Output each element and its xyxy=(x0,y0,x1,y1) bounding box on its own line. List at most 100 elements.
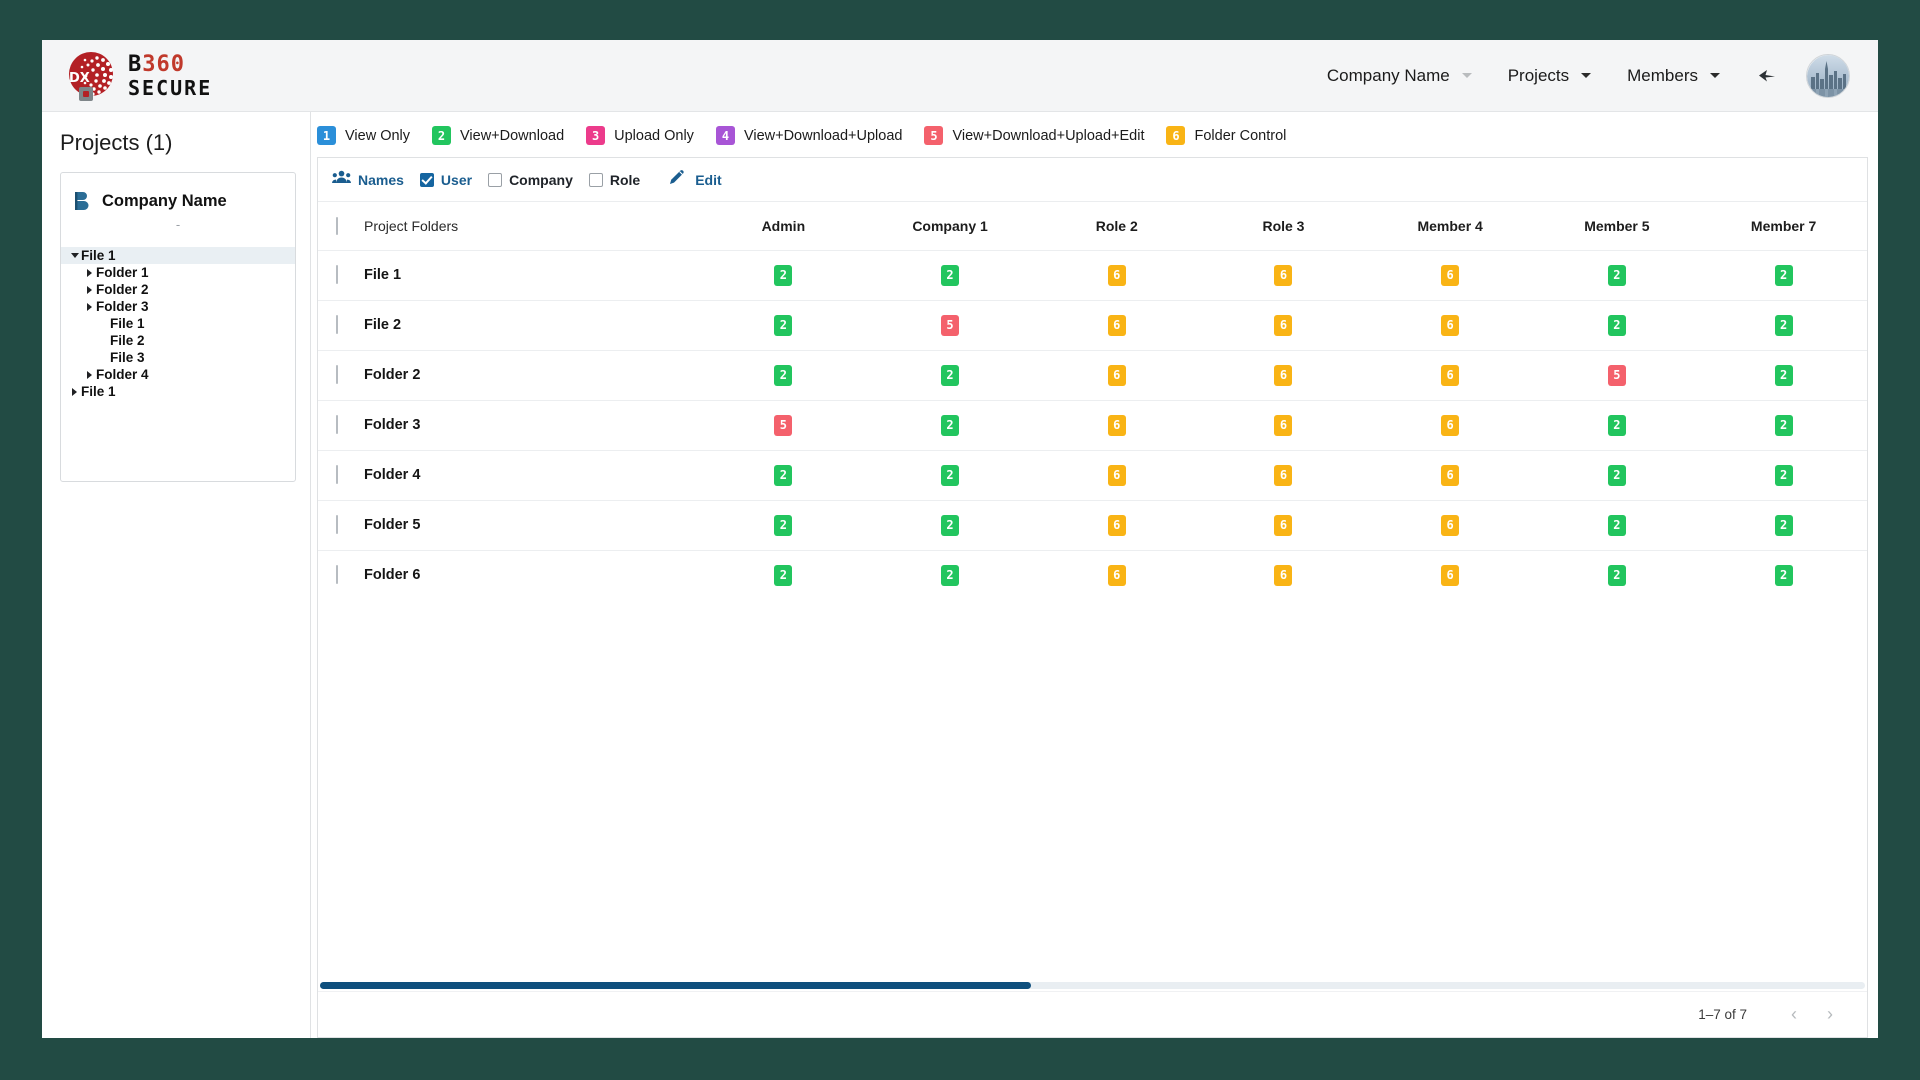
chevron-right-icon[interactable]: › xyxy=(1815,1000,1845,1030)
permission-cell[interactable]: 2 xyxy=(1534,250,1701,300)
chevron-right-icon[interactable] xyxy=(72,387,77,396)
permission-cell[interactable]: 2 xyxy=(867,400,1034,450)
permission-cell[interactable]: 2 xyxy=(1534,450,1701,500)
table-row[interactable]: File 1 2 2 6 6 6 2 2 xyxy=(318,250,1867,300)
table-row[interactable]: Folder 6 2 2 6 6 6 2 2 xyxy=(318,550,1867,600)
permission-badge[interactable]: 2 xyxy=(1607,464,1626,486)
permission-badge[interactable]: 2 xyxy=(1607,264,1626,286)
permission-cell[interactable]: 2 xyxy=(700,550,867,600)
permission-badge[interactable]: 2 xyxy=(774,464,793,486)
permission-cell[interactable]: 2 xyxy=(1534,550,1701,600)
table-row[interactable]: Folder 2 2 2 6 6 6 5 2 xyxy=(318,350,1867,400)
permission-badge[interactable]: 6 xyxy=(1274,314,1293,336)
permission-badge[interactable]: 2 xyxy=(1607,314,1626,336)
permission-cell[interactable]: 6 xyxy=(1367,500,1534,550)
nav-projects[interactable]: Projects xyxy=(1490,56,1609,96)
permission-badge[interactable]: 6 xyxy=(1107,564,1126,586)
select-all-checkbox[interactable] xyxy=(336,216,338,235)
permission-badge[interactable]: 6 xyxy=(1107,364,1126,386)
brand-logo[interactable]: DX B360 SECURE xyxy=(64,49,212,103)
permission-badge[interactable]: 2 xyxy=(941,364,960,386)
permission-badge[interactable]: 2 xyxy=(1774,414,1793,436)
permission-badge[interactable]: 2 xyxy=(1774,364,1793,386)
user-checkbox[interactable] xyxy=(419,172,434,187)
permission-cell[interactable]: 5 xyxy=(700,400,867,450)
permission-badge[interactable]: 6 xyxy=(1274,514,1293,536)
permission-cell[interactable]: 2 xyxy=(700,500,867,550)
permission-badge[interactable]: 6 xyxy=(1441,464,1460,486)
permission-cell[interactable]: 2 xyxy=(1700,550,1867,600)
tree-node-file-2-5[interactable]: File 2 xyxy=(61,332,295,349)
permission-cell[interactable]: 6 xyxy=(1033,500,1200,550)
permission-badge[interactable]: 2 xyxy=(1774,514,1793,536)
row-checkbox[interactable] xyxy=(336,565,338,585)
tree-node-file-1-4[interactable]: File 1 xyxy=(61,315,295,332)
tree-company-header[interactable]: Company Name - xyxy=(61,173,295,247)
permission-cell[interactable]: 6 xyxy=(1200,250,1367,300)
permission-cell[interactable]: 6 xyxy=(1367,350,1534,400)
table-row[interactable]: Folder 4 2 2 6 6 6 2 2 xyxy=(318,450,1867,500)
header-company-1[interactable]: Company 1 xyxy=(867,202,1034,250)
permission-cell[interactable]: 6 xyxy=(1033,450,1200,500)
back-arrow-icon[interactable] xyxy=(1738,67,1796,85)
permission-cell[interactable]: 6 xyxy=(1367,250,1534,300)
permission-badge[interactable]: 6 xyxy=(1274,414,1293,436)
permission-badge[interactable]: 5 xyxy=(774,414,793,436)
permission-cell[interactable]: 2 xyxy=(1700,400,1867,450)
tree-twisty-collapsed[interactable] xyxy=(83,285,96,294)
permission-badge[interactable]: 2 xyxy=(941,414,960,436)
row-checkbox[interactable] xyxy=(336,315,338,334)
permission-badge[interactable]: 6 xyxy=(1441,264,1460,286)
chevron-right-icon[interactable] xyxy=(87,285,92,294)
permission-cell[interactable]: 2 xyxy=(700,350,867,400)
permission-badge[interactable]: 2 xyxy=(1774,264,1793,286)
tree-node-file-1-8[interactable]: File 1 xyxy=(61,383,295,400)
header-role-2[interactable]: Role 2 xyxy=(1033,202,1200,250)
permission-cell[interactable]: 2 xyxy=(1534,500,1701,550)
chevron-down-icon[interactable] xyxy=(1581,73,1592,78)
permission-badge[interactable]: 6 xyxy=(1274,564,1293,586)
tree-twisty-expanded[interactable] xyxy=(68,253,81,258)
nav-members[interactable]: Members xyxy=(1609,56,1738,96)
permission-cell[interactable]: 6 xyxy=(1367,400,1534,450)
permission-cell[interactable]: 2 xyxy=(1534,300,1701,350)
permission-badge[interactable]: 6 xyxy=(1107,264,1126,286)
tree-twisty-collapsed[interactable] xyxy=(83,370,96,379)
filter-role[interactable]: Role xyxy=(588,172,640,188)
permission-cell[interactable]: 6 xyxy=(1200,300,1367,350)
tree-twisty-collapsed[interactable] xyxy=(83,268,96,277)
tree-node-file-1-0[interactable]: File 1 xyxy=(61,247,295,264)
permission-cell[interactable]: 6 xyxy=(1200,500,1367,550)
permission-badge[interactable]: 2 xyxy=(941,514,960,536)
row-checkbox[interactable] xyxy=(336,415,338,434)
permission-cell[interactable]: 6 xyxy=(1200,550,1367,600)
header-role-3[interactable]: Role 3 xyxy=(1200,202,1367,250)
permission-cell[interactable]: 6 xyxy=(1033,550,1200,600)
permission-badge[interactable]: 2 xyxy=(774,564,793,586)
permission-cell[interactable]: 6 xyxy=(1200,400,1367,450)
permission-badge[interactable]: 2 xyxy=(774,264,793,286)
permission-badge[interactable]: 2 xyxy=(1607,564,1626,586)
permission-cell[interactable]: 2 xyxy=(867,500,1034,550)
tree-node-folder-1-1[interactable]: Folder 1 xyxy=(61,264,295,281)
permission-cell[interactable]: 6 xyxy=(1033,400,1200,450)
permission-badge[interactable]: 5 xyxy=(941,314,960,336)
header-member-7[interactable]: Member 7 xyxy=(1700,202,1867,250)
chevron-right-icon[interactable] xyxy=(87,268,92,277)
permission-cell[interactable]: 2 xyxy=(1700,300,1867,350)
permission-badge[interactable]: 6 xyxy=(1107,314,1126,336)
scrollbar-track[interactable] xyxy=(320,981,1865,989)
tree-node-folder-3-3[interactable]: Folder 3 xyxy=(61,298,295,315)
permission-cell[interactable]: 6 xyxy=(1033,250,1200,300)
header-member-5[interactable]: Member 5 xyxy=(1534,202,1701,250)
horizontal-scrollbar[interactable] xyxy=(318,979,1867,991)
permission-badge[interactable]: 6 xyxy=(1274,464,1293,486)
chevron-right-icon[interactable] xyxy=(87,302,92,311)
row-checkbox[interactable] xyxy=(336,515,338,534)
permission-cell[interactable]: 2 xyxy=(1700,450,1867,500)
permission-badge[interactable]: 2 xyxy=(1607,414,1626,436)
permission-badge[interactable]: 2 xyxy=(774,314,793,336)
permission-cell[interactable]: 6 xyxy=(1367,300,1534,350)
permission-badge[interactable]: 6 xyxy=(1441,414,1460,436)
permission-cell[interactable]: 2 xyxy=(867,350,1034,400)
